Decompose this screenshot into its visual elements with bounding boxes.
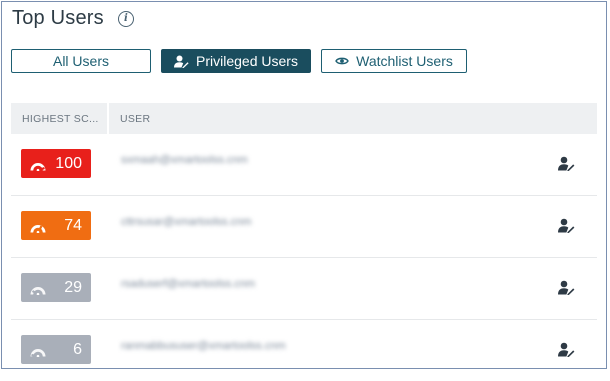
privileged-user-icon[interactable] [558,280,575,300]
user-filter-tabs: All Users Privileged Users Watchlist Use… [11,49,467,73]
top-users-panel: Top Users i All Users Privileged Users W… [1,1,607,369]
risk-score-value: 100 [55,154,82,172]
user-name[interactable]: rsaduserf@xmartoolss.cnm [121,278,255,290]
table-row[interactable]: 100 sxmaah@xmartoolss.cnm [11,134,597,196]
top-users-table: HIGHEST SC... USER 100 sxmaah@xmartoolss… [11,103,597,381]
table-row[interactable]: 74 cttrsusar@xmartoolss.cnm [11,196,597,258]
risk-score-value: 74 [64,216,82,234]
tab-privileged-users[interactable]: Privileged Users [161,49,311,73]
gauge-low-icon [29,344,47,362]
page-title: Top Users [12,7,104,29]
column-header-highest-score[interactable]: HIGHEST SC... [11,103,109,134]
table-header: HIGHEST SC... USER [11,103,597,134]
gauge-low-icon [29,282,47,300]
privileged-user-icon[interactable] [558,342,575,362]
user-name[interactable]: ranmabbususer@xmartoolss.cnm [121,340,286,352]
user-name[interactable]: cttrsusar@xmartoolss.cnm [121,216,251,228]
risk-score-badge: 74 [21,211,91,240]
eye-icon [335,56,349,66]
column-header-user[interactable]: USER [109,103,597,134]
risk-score-badge: 100 [21,149,91,178]
tab-all-users-label: All Users [52,53,109,69]
privileged-user-icon [174,55,189,68]
tab-privileged-users-label: Privileged Users [196,53,298,69]
risk-score-value: 29 [64,278,82,296]
risk-score-badge: 6 [21,335,91,364]
gauge-critical-icon [29,158,47,176]
risk-score-badge: 29 [21,273,91,302]
info-icon[interactable]: i [117,10,134,27]
privileged-user-icon[interactable] [558,218,575,238]
risk-score-value: 6 [73,340,82,358]
tab-watchlist-users[interactable]: Watchlist Users [321,49,467,73]
tab-all-users[interactable]: All Users [11,49,151,73]
table-row[interactable]: 29 rsaduserf@xmartoolss.cnm [11,258,597,320]
tab-watchlist-users-label: Watchlist Users [356,53,453,69]
privileged-user-icon[interactable] [558,156,575,176]
user-name[interactable]: sxmaah@xmartoolss.cnm [121,154,248,166]
gauge-high-icon [29,220,47,238]
title-row: Top Users i [12,7,134,30]
